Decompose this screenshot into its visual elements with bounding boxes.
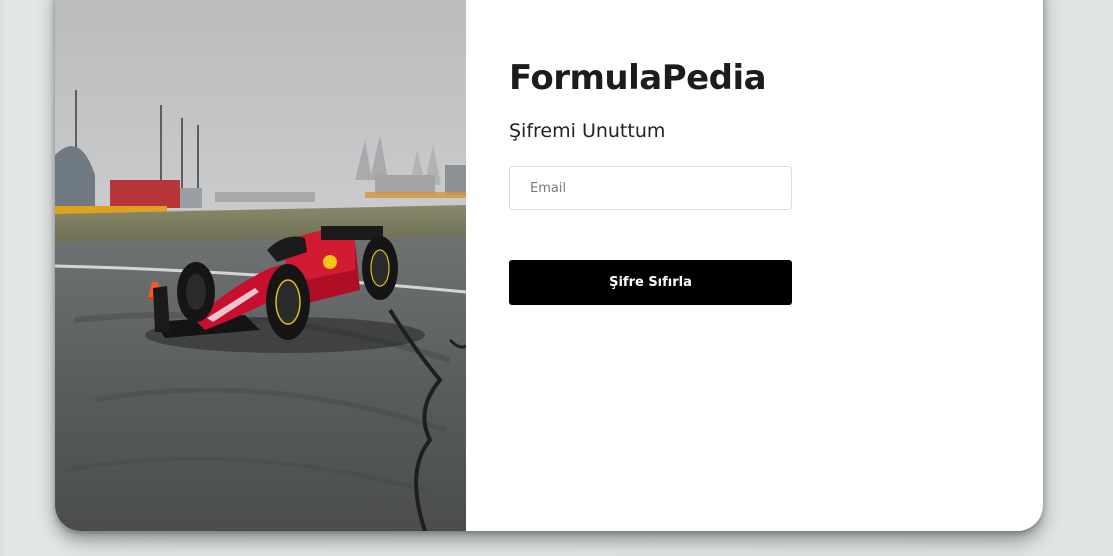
reset-password-button[interactable]: Şifre Sıfırla <box>509 260 792 305</box>
formula-car-photo <box>55 0 466 531</box>
brand-title: FormulaPedia <box>509 58 767 98</box>
reset-form-panel: FormulaPedia Şifremi Unuttum Şifre Sıfır… <box>466 0 1043 531</box>
login-card: FormulaPedia Şifremi Unuttum Şifre Sıfır… <box>55 0 1043 531</box>
email-input[interactable] <box>509 166 792 210</box>
page-background: FormulaPedia Şifremi Unuttum Şifre Sıfır… <box>0 0 1113 556</box>
car-photo-illustration <box>55 0 466 531</box>
form-subtitle: Şifremi Unuttum <box>509 120 666 142</box>
